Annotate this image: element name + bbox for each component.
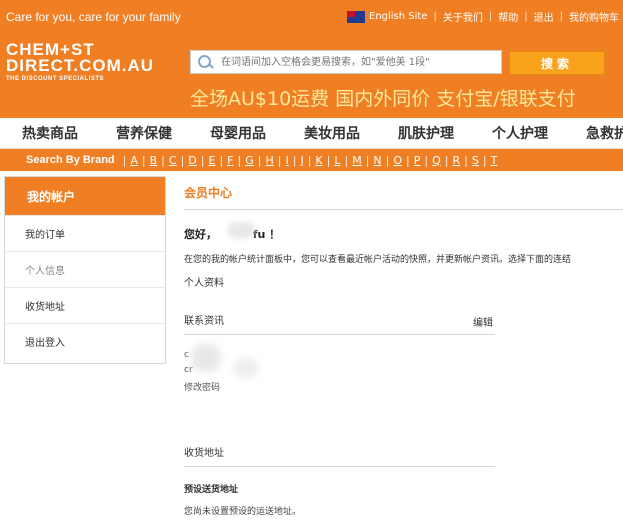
contact-line1: c xyxy=(184,350,189,360)
about-us-link[interactable]: 关于我们 xyxy=(443,9,483,24)
sidebar-item-orders[interactable]: 我的订单 xyxy=(5,215,165,251)
member-center: 会员中心 您好， fu ！ 在您的我的帐户统计面板中，您可以查看最近帐户活动的快… xyxy=(184,176,623,517)
search-icon xyxy=(197,54,213,70)
category-skincare[interactable]: 肌肤护理 xyxy=(398,123,454,143)
brand-letter[interactable]: D xyxy=(188,154,196,167)
site-header: Care for you, care for your family Engli… xyxy=(0,0,623,118)
category-hot[interactable]: 热卖商品 xyxy=(22,123,78,143)
brand-bar: Search By Brand | A | B | C | D | E | F | G | H… xyxy=(0,149,623,171)
sidebar-title: 我的帐户 xyxy=(5,177,165,215)
brand-letter[interactable]: N xyxy=(373,154,381,167)
divider: | xyxy=(524,11,528,22)
category-baby[interactable]: 母婴用品 xyxy=(210,123,266,143)
search-button[interactable]: 搜索 xyxy=(509,51,605,75)
brand-letter[interactable]: K xyxy=(315,154,322,167)
brand-bar-label: Search By Brand xyxy=(26,154,115,166)
sidebar-item-addresses[interactable]: 收货地址 xyxy=(5,287,165,323)
brand-letter[interactable]: I xyxy=(285,154,288,167)
promo-banner: 全场AU$10运费 国内外同价 支付宝/银联支付 xyxy=(190,88,576,110)
category-nutrition[interactable]: 营养保健 xyxy=(116,123,172,143)
brand-letter[interactable]: E xyxy=(209,154,216,167)
brand-letter[interactable]: A xyxy=(130,154,138,167)
divider: | xyxy=(488,11,493,22)
brand-letter[interactable]: R xyxy=(453,154,461,167)
profile-heading: 个人资料 xyxy=(184,278,224,289)
divider: | xyxy=(433,11,437,22)
brand-letter[interactable]: J xyxy=(300,154,303,167)
redacted-contact xyxy=(234,358,258,378)
brand-letter[interactable]: C xyxy=(169,154,177,167)
contact-heading: 联系资讯 xyxy=(184,316,224,327)
sidebar-item-logout[interactable]: 退出登入 xyxy=(5,323,165,359)
logo-line2: DIRECT.COM.AU xyxy=(6,56,155,75)
brand-letter[interactable]: S xyxy=(472,154,479,167)
australia-flag-icon xyxy=(347,10,365,23)
redacted-contact xyxy=(191,344,221,372)
search-box xyxy=(190,50,502,74)
intro-text: 在您的我的帐户统计面板中，您可以查看最近帐户活动的快照，并更新帐户资讯。选择下面… xyxy=(184,255,572,265)
english-site-link[interactable]: English Site xyxy=(369,11,428,22)
divider: | xyxy=(559,11,563,22)
help-link[interactable]: 帮助 xyxy=(498,9,518,24)
greeting-end: ！ xyxy=(269,228,281,241)
brand-letter[interactable]: M xyxy=(352,154,362,167)
edit-contact-link[interactable]: 编辑 xyxy=(473,314,493,329)
account-sidebar: 我的帐户 我的订单 个人信息 收货地址 退出登入 xyxy=(4,176,166,364)
contact-line2: cr xyxy=(184,365,193,375)
logout-link[interactable]: 退出 xyxy=(534,9,554,24)
no-address-text: 您尚未设置预设的运送地址。 xyxy=(184,507,302,517)
default-address-label: 预设送货地址 xyxy=(184,485,239,495)
brand-letter[interactable]: G xyxy=(245,154,254,167)
brand-letter[interactable]: L xyxy=(334,154,340,167)
brand-letter[interactable]: T xyxy=(491,154,498,167)
top-links: English Site | 关于我们 | 帮助 | 退出 | 我的购物车 xyxy=(347,9,619,24)
page-title: 会员中心 xyxy=(184,186,233,200)
address-divider xyxy=(184,466,495,467)
brand-letter[interactable]: B xyxy=(150,154,158,167)
search-input[interactable] xyxy=(219,55,493,69)
address-heading: 收货地址 xyxy=(184,448,224,459)
redacted-name xyxy=(227,222,255,238)
chemist-direct-logo[interactable]: CHEM+ST DIRECT.COM.AU THE DISCOUNT SPECI… xyxy=(6,41,155,82)
title-divider xyxy=(184,209,623,210)
sidebar-item-profile[interactable]: 个人信息 xyxy=(5,251,165,287)
logo-line3: THE DISCOUNT SPECIALISTS xyxy=(6,76,105,82)
brand-letter[interactable]: F xyxy=(227,154,233,167)
brand-letter[interactable]: Q xyxy=(432,154,441,167)
brand-letter[interactable]: P xyxy=(414,154,421,167)
category-nav: 热卖商品 营养保健 母婴用品 美妆用品 肌肤护理 个人护理 急救护 xyxy=(0,118,623,149)
category-personal-care[interactable]: 个人护理 xyxy=(492,123,548,143)
tagline: Care for you, care for your family xyxy=(6,10,181,24)
category-beauty[interactable]: 美妆用品 xyxy=(304,123,360,143)
change-password-link[interactable]: 修改密码 xyxy=(184,380,220,393)
greeting-prefix: 您好， xyxy=(184,228,217,241)
cart-link[interactable]: 我的购物车 xyxy=(569,9,619,24)
brand-letter[interactable]: H xyxy=(265,154,273,167)
contact-divider xyxy=(184,334,495,335)
brand-letter[interactable]: O xyxy=(393,154,402,167)
category-first-aid[interactable]: 急救护 xyxy=(586,123,623,143)
